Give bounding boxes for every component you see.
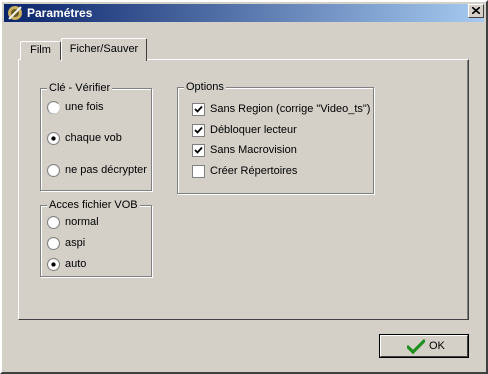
checkbox-debloquer-lecteur[interactable]: Débloquer lecteur (192, 124, 368, 138)
radio-off-icon (47, 164, 60, 177)
checkbox-checked-icon (192, 144, 205, 157)
radio-aspi[interactable]: aspi (47, 237, 147, 251)
tab-film[interactable]: Film (20, 41, 61, 60)
acces-vob-title: Acces fichier VOB (47, 198, 140, 212)
close-button[interactable] (468, 4, 484, 18)
window-title: Paramétres (27, 6, 93, 20)
checkbox-sans-macrovision[interactable]: Sans Macrovision (192, 144, 368, 158)
checkbox-sans-macrovision-label: Sans Macrovision (210, 144, 297, 156)
radio-normal-label: normal (65, 216, 99, 228)
checkbox-unchecked-icon (192, 165, 205, 178)
radio-ne-pas-decrypter[interactable]: ne pas décrypter (47, 164, 147, 178)
checkbox-creer-repertoires-label: Créer Répertoires (210, 165, 298, 177)
cle-verifier-title: Clé - Vérifier (47, 81, 113, 95)
radio-on-icon (47, 132, 60, 145)
options-title: Options (184, 80, 226, 94)
tab-ficher-sauver[interactable]: Ficher/Sauver (61, 38, 147, 61)
radio-off-icon (47, 216, 60, 229)
app-icon (8, 6, 22, 20)
checkbox-sans-region-label: Sans Region (corrige "Video_ts") (210, 103, 371, 115)
ok-button-face: OK (380, 335, 468, 357)
ok-button-label: OK (429, 340, 445, 352)
check-icon (407, 339, 425, 355)
tab-ficher-sauver-label: Ficher/Sauver (69, 43, 139, 55)
title-bar: Paramétres (4, 4, 484, 22)
close-icon (472, 7, 480, 14)
radio-chaque-vob-label: chaque vob (65, 132, 122, 144)
ok-button[interactable]: OK (379, 334, 469, 358)
checkbox-debloquer-lecteur-label: Débloquer lecteur (210, 124, 297, 136)
radio-auto[interactable]: auto (47, 258, 147, 272)
checkbox-checked-icon (192, 103, 205, 116)
radio-chaque-vob[interactable]: chaque vob (47, 132, 147, 146)
radio-auto-label: auto (65, 258, 87, 270)
radio-off-icon (47, 237, 60, 250)
checkbox-sans-region[interactable]: Sans Region (corrige "Video_ts") (192, 103, 371, 117)
radio-aspi-label: aspi (65, 237, 86, 249)
tab-film-label: Film (30, 44, 51, 56)
radio-on-icon (47, 258, 60, 271)
radio-une-fois-label: une fois (65, 101, 104, 113)
checkbox-creer-repertoires[interactable]: Créer Répertoires (192, 165, 368, 179)
checkbox-checked-icon (192, 124, 205, 137)
radio-ne-pas-decrypter-label: ne pas décrypter (65, 164, 147, 176)
radio-off-icon (47, 101, 60, 114)
radio-une-fois[interactable]: une fois (47, 101, 147, 115)
radio-normal[interactable]: normal (47, 216, 147, 230)
